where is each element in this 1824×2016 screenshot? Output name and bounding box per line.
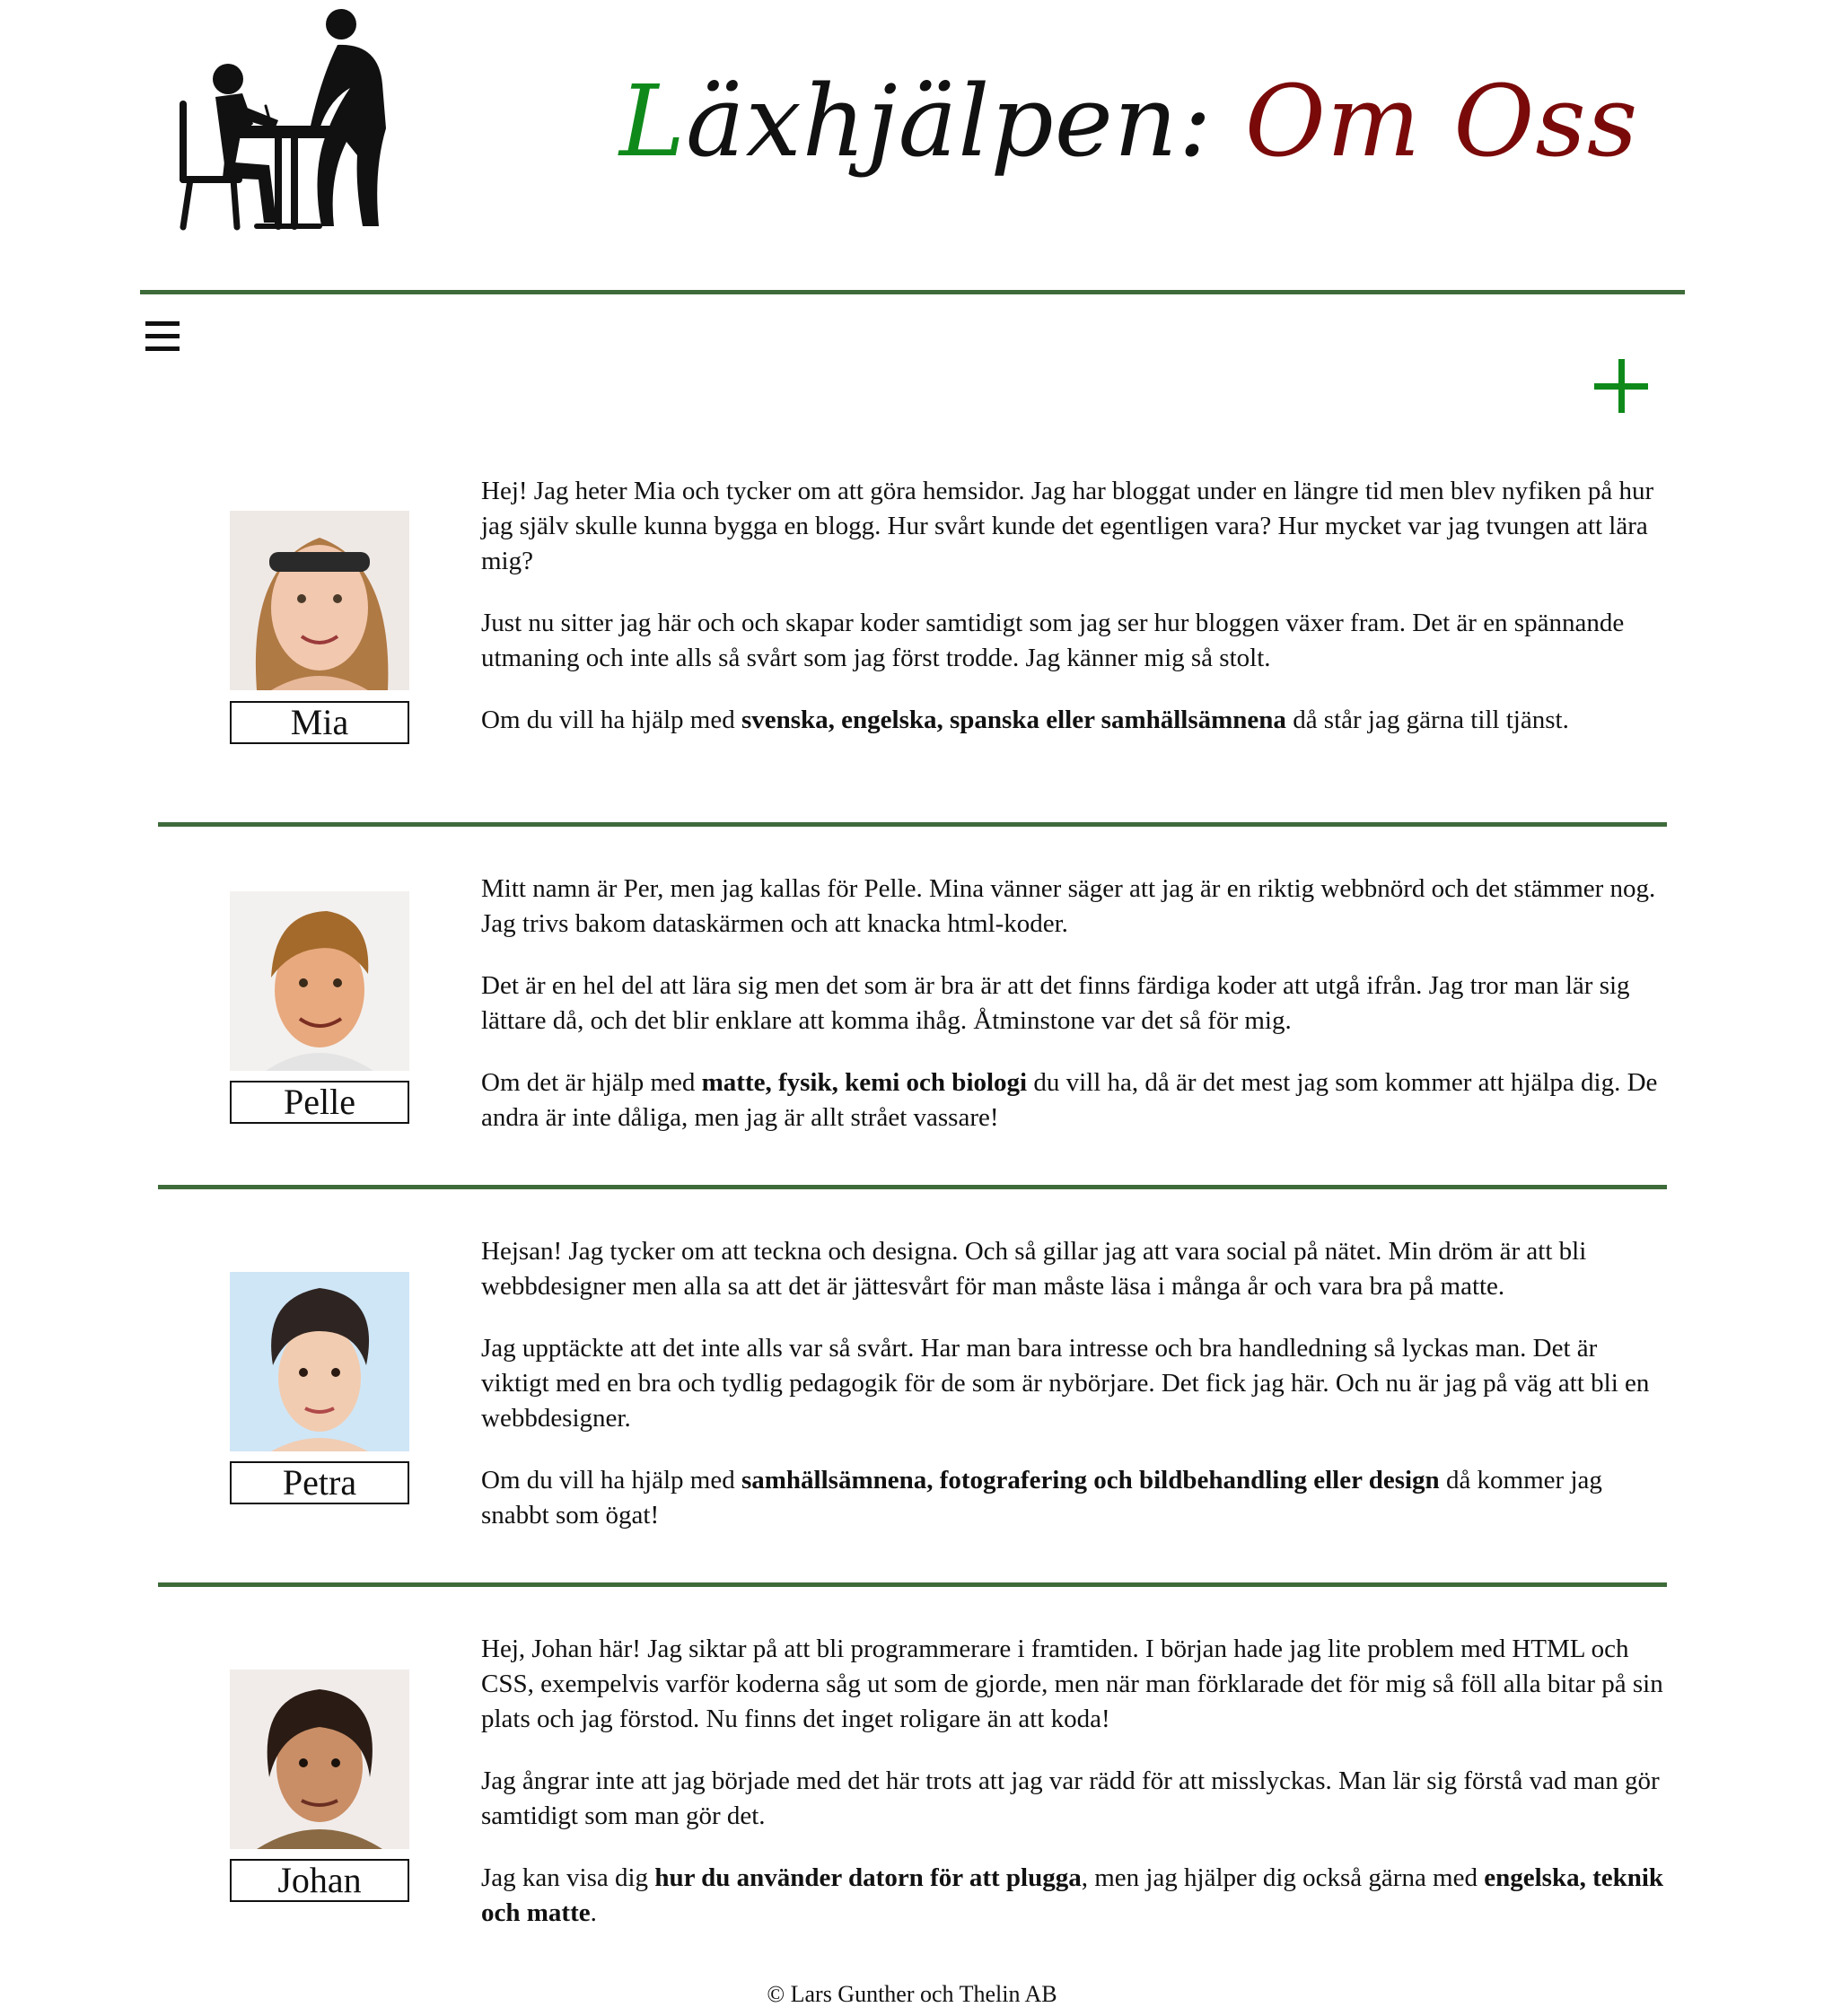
section-divider <box>158 822 1667 827</box>
help-subjects: svenska, engelska, spanska eller samhäll… <box>741 706 1286 734</box>
avatar <box>230 1272 409 1451</box>
member-name: Pelle <box>230 1081 409 1124</box>
title-site-name: äxhjälpen: <box>686 64 1245 179</box>
title-first-letter: L <box>619 64 687 179</box>
bio-paragraph: Det är en hel del att lära sig men det s… <box>481 971 1630 1035</box>
member-bio: Hej, Johan här! Jag siktar på att bli pr… <box>481 1632 1671 1958</box>
help-text: Jag kan visa dig <box>481 1863 655 1892</box>
member-name: Johan <box>230 1859 409 1902</box>
help-text: Om du vill ha hjälp med <box>481 706 741 734</box>
bio-paragraph: Jag ångrar inte att jag började med det … <box>481 1766 1660 1830</box>
bio-paragraph: Mitt namn är Per, men jag kallas för Pel… <box>481 874 1656 938</box>
avatar <box>230 511 409 690</box>
help-text: . <box>590 1898 597 1927</box>
avatar <box>230 891 409 1071</box>
plus-icon[interactable] <box>1591 355 1652 416</box>
help-paragraph: Jag kan visa dig hur du använder datorn … <box>481 1861 1671 1931</box>
section-divider <box>158 1185 1667 1189</box>
page-title: Läxhjälpen: Om Oss <box>619 54 1638 188</box>
member-name: Petra <box>230 1461 409 1504</box>
bio-paragraph: Hej, Johan här! Jag siktar på att bli pr… <box>481 1635 1663 1733</box>
help-paragraph: Om du vill ha hjälp med samhällsämnena, … <box>481 1463 1671 1533</box>
hamburger-menu-icon[interactable] <box>142 307 187 357</box>
avatar <box>230 1670 409 1849</box>
help-text: , men jag hjälper dig också gärna med <box>1081 1863 1485 1892</box>
bio-paragraph: Jag upptäckte att det inte alls var så s… <box>481 1334 1650 1433</box>
menu-bar <box>145 321 180 326</box>
help-paragraph: Om det är hjälp med matte, fysik, kemi o… <box>481 1065 1671 1135</box>
help-subjects: hur du använder datorn för att plugga <box>654 1863 1082 1892</box>
footer-copyright: © Lars Gunther och Thelin AB <box>767 1981 1057 2007</box>
help-text: Om du vill ha hjälp med <box>481 1466 741 1494</box>
member-bio: Mitt namn är Per, men jag kallas för Pel… <box>481 872 1671 1162</box>
header-divider <box>140 290 1685 294</box>
help-paragraph: Om du vill ha hjälp med svenska, engelsk… <box>481 703 1671 738</box>
member-bio: Hejsan! Jag tycker om att teckna och des… <box>481 1234 1671 1560</box>
student-with-teacher-icon <box>180 9 386 231</box>
help-subjects: samhällsämnena, fotografering och bildbe… <box>741 1466 1440 1494</box>
section-divider <box>158 1582 1667 1587</box>
bio-paragraph: Just nu sitter jag här och och skapar ko… <box>481 609 1625 672</box>
menu-bar <box>145 346 180 351</box>
bio-paragraph: Hej! Jag heter Mia och tycker om att gör… <box>481 477 1654 575</box>
help-subjects: matte, fysik, kemi och biologi <box>701 1068 1028 1097</box>
plus-vertical <box>1618 359 1625 413</box>
bio-paragraph: Hejsan! Jag tycker om att teckna och des… <box>481 1237 1587 1301</box>
member-bio: Hej! Jag heter Mia och tycker om att gör… <box>481 474 1671 765</box>
member-name: Mia <box>230 701 409 744</box>
menu-bar <box>145 334 180 338</box>
help-text: då står jag gärna till tjänst. <box>1285 706 1569 734</box>
help-text: Om det är hjälp med <box>481 1068 702 1097</box>
title-page-name: Om Oss <box>1244 64 1639 179</box>
